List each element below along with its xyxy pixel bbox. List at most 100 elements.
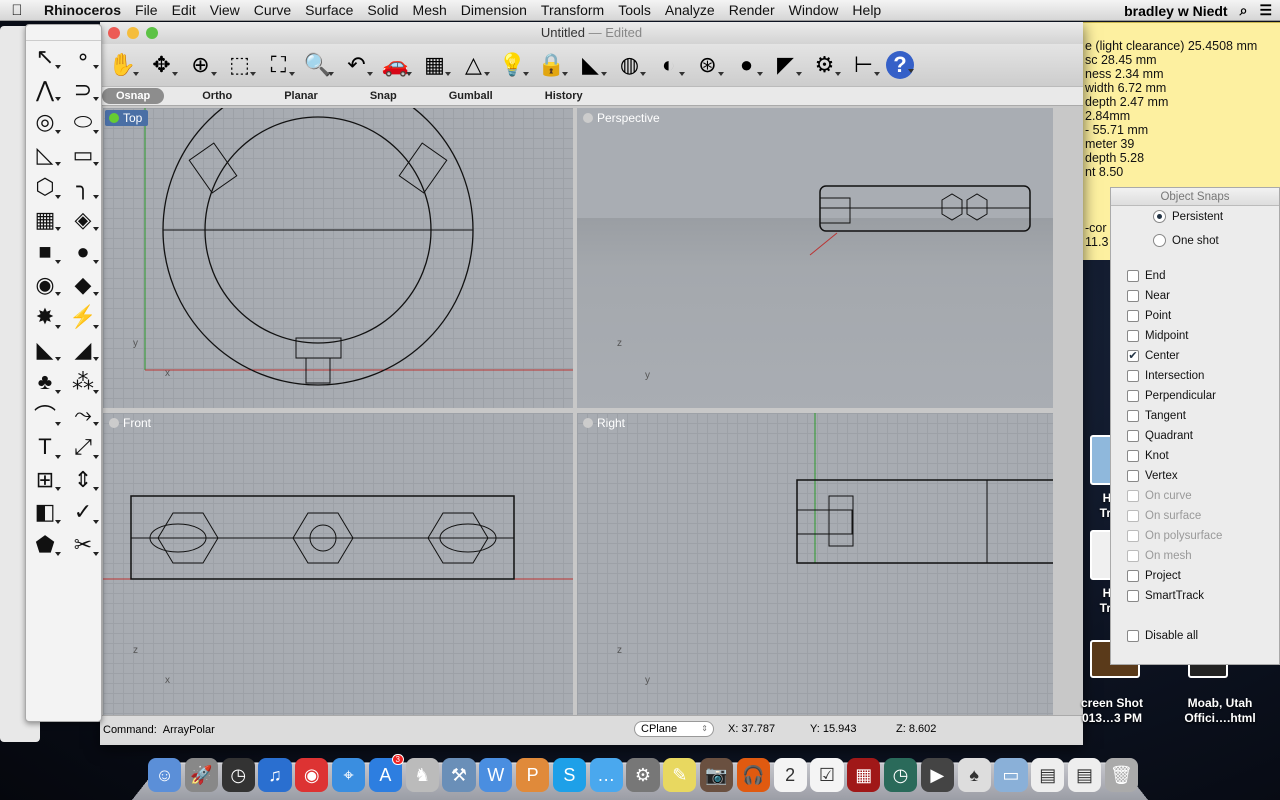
array-icon[interactable]: ⊞ (26, 464, 64, 497)
rectangle-icon[interactable]: ▭ (64, 139, 102, 172)
checkbox[interactable] (1127, 510, 1139, 522)
checkbox[interactable] (1127, 290, 1139, 302)
checkbox[interactable] (1127, 570, 1139, 582)
checkbox[interactable] (1127, 550, 1139, 562)
undo-view-icon[interactable]: ↶ (340, 48, 373, 82)
toggle-gumball[interactable]: Gumball (435, 88, 507, 104)
circle-icon[interactable]: ◎ (26, 106, 64, 139)
dock-audacity-icon[interactable]: 🎧 (736, 758, 770, 792)
color-wheel-icon[interactable]: ◍ (613, 48, 646, 82)
checkbox[interactable] (1127, 630, 1139, 642)
select-arrow-icon[interactable]: ↖ (26, 41, 64, 74)
lock-icon[interactable]: 🔒 (535, 48, 568, 82)
pan-icon[interactable]: ✋ (106, 48, 139, 82)
solid-edit-icon[interactable]: ◧ (26, 496, 64, 529)
trim-icon[interactable]: ◣ (26, 334, 64, 367)
boolean-union-icon[interactable]: ♣ (26, 366, 64, 399)
menu-window[interactable]: Window (782, 2, 846, 18)
checkbox[interactable]: ✔ (1127, 350, 1139, 362)
car-named-views-icon[interactable]: 🚗 (379, 48, 412, 82)
radio-button[interactable] (1153, 210, 1166, 223)
point-icon[interactable]: ∘ (64, 41, 102, 74)
checkbox[interactable] (1127, 470, 1139, 482)
dimension-icon[interactable]: ✂ (64, 529, 102, 562)
boolean-split-icon[interactable]: ⁂ (64, 366, 102, 399)
dock-solitaire-icon[interactable]: ♠ (957, 758, 991, 792)
viewport-right[interactable]: zy Right (577, 413, 1053, 715)
offset-icon[interactable]: ⌒ (26, 399, 64, 432)
dock-image-capture-icon[interactable]: 📷 (699, 758, 734, 792)
user-name[interactable]: bradley w Niedt (1124, 3, 1227, 19)
menu-edit[interactable]: Edit (165, 2, 203, 18)
wireframe-sphere-icon[interactable]: ◐ (652, 48, 685, 82)
transform-explode-icon[interactable]: ✸ (26, 301, 64, 334)
polygon-icon[interactable]: ⬡ (26, 171, 64, 204)
dock-finder-icon[interactable]: ☺ (148, 758, 182, 792)
help-icon[interactable]: ? (886, 51, 914, 79)
dock-stickies-icon[interactable]: ✎ (663, 758, 697, 792)
settings-gear-icon[interactable]: ⚙ (808, 48, 841, 82)
snap-midpoint[interactable]: Midpoint (1127, 330, 1188, 342)
snap-mode-one-shot[interactable]: One shot (1153, 234, 1219, 247)
dock-document-icon[interactable]: ▤ (1031, 758, 1065, 792)
curve-icon[interactable]: ⊃ (64, 74, 102, 107)
snap-perpendicular[interactable]: Perpendicular (1127, 390, 1216, 402)
menu-help[interactable]: Help (845, 2, 888, 18)
snap-intersection[interactable]: Intersection (1127, 370, 1204, 382)
scale-icon[interactable]: ⤢ (64, 431, 102, 464)
toggle-history[interactable]: History (531, 88, 597, 104)
snap-on-mesh[interactable]: On mesh (1127, 550, 1192, 562)
dock-powerpoint-icon[interactable]: P (515, 758, 550, 792)
apple-menu-icon[interactable]:  (0, 2, 34, 19)
curve-blend-icon[interactable]: ⤳ (64, 399, 102, 432)
desktop-icon-label[interactable]: creen Shot 013…3 PM (1072, 696, 1152, 726)
dock-time-machine-icon[interactable]: ◷ (883, 758, 918, 792)
snap-tangent[interactable]: Tangent (1127, 410, 1186, 422)
menu-render[interactable]: Render (722, 2, 782, 18)
dock-chrome-document-icon[interactable]: ▤ (1067, 758, 1102, 792)
box-icon[interactable]: ■ (26, 236, 64, 269)
grid-sphere-icon[interactable]: ⊛ (691, 48, 724, 82)
viewport-label-perspective[interactable]: Perspective (579, 110, 666, 126)
dock-system-preferences-icon[interactable]: ⚙ (626, 758, 660, 792)
command-input[interactable]: ArrayPolar (163, 724, 215, 736)
cplane-select[interactable]: CPlane ⇕ (634, 721, 714, 737)
dock-safari-icon[interactable]: ⌖ (331, 758, 366, 792)
zoom-button[interactable] (146, 27, 158, 39)
toggle-planar[interactable]: Planar (270, 88, 332, 104)
menu-mesh[interactable]: Mesh (406, 2, 454, 18)
menu-dimension[interactable]: Dimension (454, 2, 534, 18)
snap-project[interactable]: Project (1127, 570, 1181, 582)
close-button[interactable] (108, 27, 120, 39)
menu-curve[interactable]: Curve (247, 2, 298, 18)
spotlight-search-icon[interactable]: ⌕ (1240, 2, 1248, 19)
snap-on-polysurface[interactable]: On polysurface (1127, 530, 1222, 542)
dock-dvd-player-icon[interactable]: ▶ (920, 758, 954, 792)
menu-app[interactable]: Rhinoceros (34, 2, 128, 18)
checkbox[interactable] (1127, 450, 1139, 462)
dimensions-icon[interactable]: ⊢ (847, 48, 880, 82)
fillet-curve-icon[interactable]: ╮ (64, 171, 102, 204)
checkbox[interactable] (1127, 410, 1139, 422)
move-to-layer-icon[interactable]: ⇕ (64, 464, 102, 497)
zoom-extents-icon[interactable]: ⛶ (262, 48, 295, 82)
dock-folder-icon[interactable]: ▭ (994, 758, 1028, 792)
dock-chrome-icon[interactable]: ◉ (295, 758, 329, 792)
snap-on-surface[interactable]: On surface (1127, 510, 1201, 522)
radio-button[interactable] (1153, 234, 1166, 247)
menu-transform[interactable]: Transform (534, 2, 611, 18)
layers-icon[interactable]: ◣ (574, 48, 607, 82)
menu-tools[interactable]: Tools (611, 2, 658, 18)
viewport-perspective[interactable]: zy Perspective (577, 108, 1053, 408)
cplane-icon[interactable]: ▦ (418, 48, 451, 82)
panel-title[interactable]: Object Snaps (1111, 188, 1279, 206)
zoom-selected-icon[interactable]: 🔍 (301, 48, 334, 82)
snap-disable-all[interactable]: Disable all (1127, 630, 1198, 642)
viewport-label-right[interactable]: Right (579, 415, 631, 431)
surface-patch-2-icon[interactable]: ◆ (64, 269, 102, 302)
text-icon[interactable]: T (26, 431, 64, 464)
rotate-view-icon[interactable]: ✥ (145, 48, 178, 82)
viewport-label-front[interactable]: Front (105, 415, 157, 431)
zoom-in-out-icon[interactable]: ⊕ (184, 48, 217, 82)
cylinder-icon[interactable]: ◉ (26, 269, 64, 302)
